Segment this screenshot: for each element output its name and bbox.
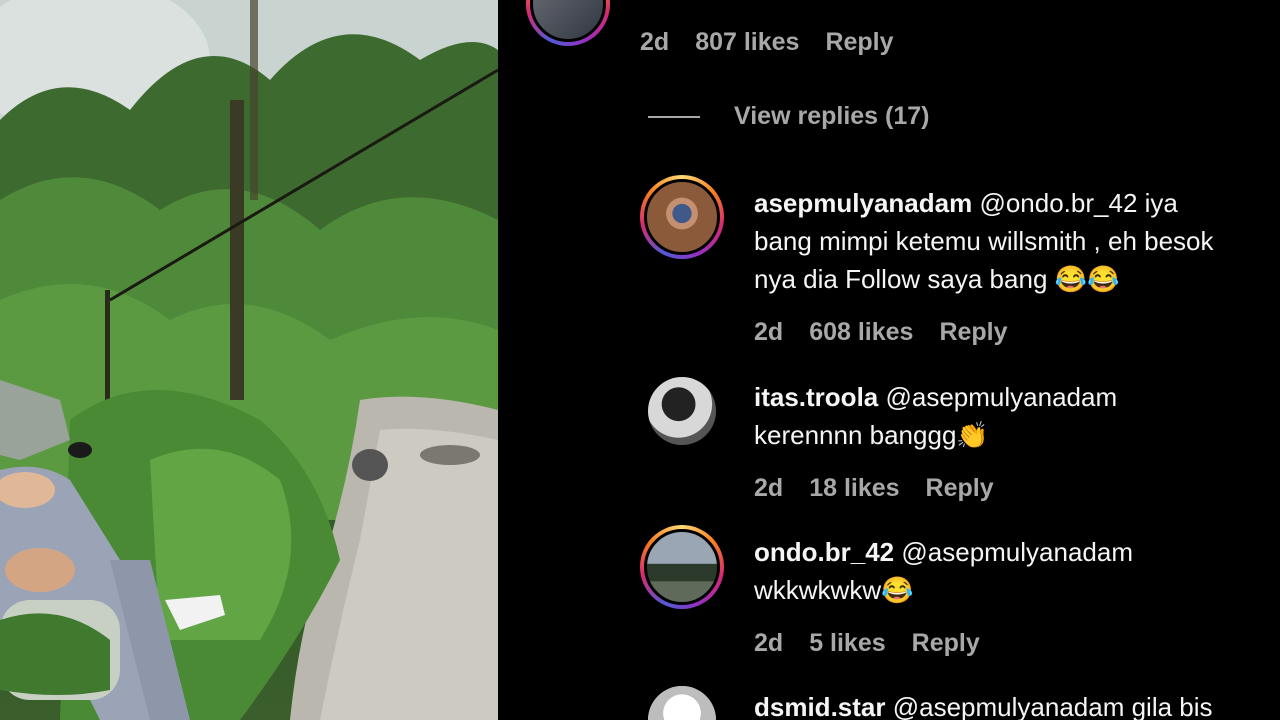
comment-body: asepmulyanadam @ondo.br_42 iya bang mimp…	[754, 184, 1214, 298]
comment-time: 2d	[754, 629, 784, 657]
comment-line: nya dia Follow saya bang 😂😂	[754, 264, 1120, 294]
comment-meta: 2d 5 likes Reply	[754, 629, 980, 658]
comment-line: kerennnn banggg👏	[754, 420, 989, 450]
reply-button[interactable]: Reply	[912, 629, 980, 658]
comment-body: ondo.br_42 @asepmulyanadam wkkwkwkw😂	[754, 533, 1133, 609]
view-replies-toggle[interactable]: View replies (17)	[648, 102, 929, 131]
video-frame[interactable]	[0, 0, 498, 720]
comment-line: wkkwkwkw😂	[754, 575, 914, 605]
screen: 2d 807 likes Reply View replies (17) ase…	[0, 0, 1280, 720]
comment-meta: 2d 18 likes Reply	[754, 474, 994, 503]
comment-time: 2d	[754, 318, 784, 346]
user-photo	[530, 0, 606, 42]
comment-line: @asepmulyanadam	[885, 382, 1118, 412]
comment-body: dsmid.star @asepmulyanadam gila bis	[754, 688, 1213, 720]
comment-meta: 2d 608 likes Reply	[754, 318, 1008, 347]
username[interactable]: asepmulyanadam	[754, 188, 972, 218]
reply-button[interactable]: Reply	[926, 474, 994, 503]
comment-line: @asepmulyanadam gila bis	[892, 692, 1213, 720]
username[interactable]: ondo.br_42	[754, 537, 894, 567]
user-photo	[648, 377, 716, 445]
comment-line: bang mimpi ketemu willsmith , eh besok	[754, 226, 1214, 256]
comment-line: @asepmulyanadam	[901, 537, 1134, 567]
reply-button[interactable]: Reply	[939, 318, 1007, 347]
reply-button[interactable]: Reply	[825, 28, 893, 57]
username[interactable]: itas.troola	[754, 382, 878, 412]
like-count[interactable]: 5 likes	[809, 629, 885, 658]
comment-body: itas.troola @asepmulyanadam kerennnn ban…	[754, 378, 1117, 454]
avatar[interactable]	[640, 175, 724, 259]
divider-line	[648, 115, 700, 118]
view-replies-label[interactable]: View replies (17)	[734, 102, 929, 131]
comment-time: 2d	[640, 28, 670, 56]
user-photo	[644, 529, 720, 605]
user-photo	[648, 686, 716, 720]
comment-line: @ondo.br_42 iya	[979, 188, 1178, 218]
jungle-river-scene	[0, 0, 498, 720]
comment-meta: 2d 807 likes Reply	[640, 28, 894, 57]
comments-panel: 2d 807 likes Reply View replies (17) ase…	[498, 0, 1280, 720]
avatar[interactable]	[640, 525, 724, 609]
username[interactable]: dsmid.star	[754, 692, 886, 720]
avatar[interactable]	[648, 686, 716, 720]
user-photo	[644, 179, 720, 255]
like-count[interactable]: 807 likes	[695, 28, 799, 57]
like-count[interactable]: 608 likes	[809, 318, 913, 347]
avatar[interactable]	[648, 377, 716, 445]
like-count[interactable]: 18 likes	[809, 474, 899, 503]
avatar[interactable]	[526, 0, 610, 46]
comment-time: 2d	[754, 474, 784, 502]
